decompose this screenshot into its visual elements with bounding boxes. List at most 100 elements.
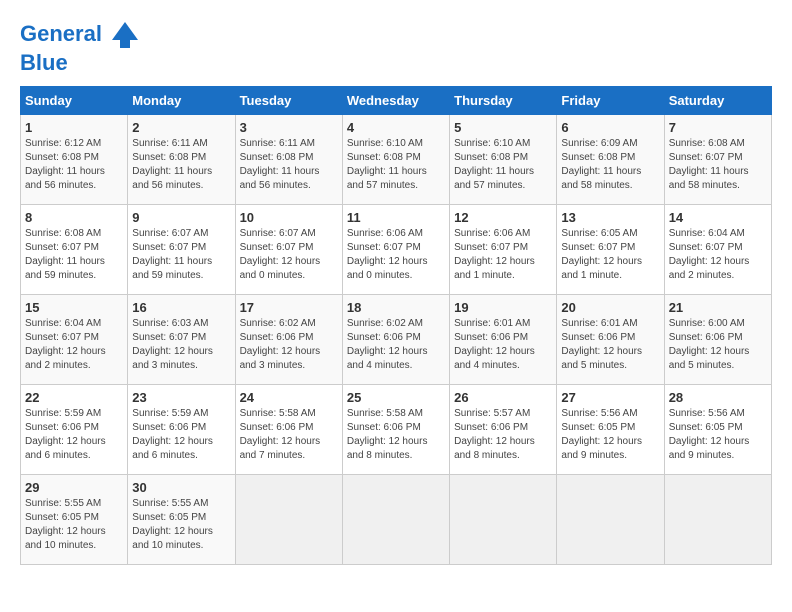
calendar-day-cell: 16Sunrise: 6:03 AM Sunset: 6:07 PM Dayli… (128, 295, 235, 385)
calendar-day-cell: 12 Sunrise: 6:06 AM Sunset: 6:07 PM Dayli… (450, 205, 557, 295)
calendar-day-cell: 20 Sunrise: 6:01 AM Sunset: 6:06 PM Dayli… (557, 295, 664, 385)
day-info: Sunrise: 6:07 AM Sunset: 6:07 PM Dayligh… (132, 227, 230, 283)
calendar-day-cell: 7 Sunrise: 6:08 AM Sunset: 6:07 PM Daylig… (664, 115, 771, 205)
day-info: Sunrise: 5:59 AM Sunset: 6:06 PM Dayligh… (132, 407, 230, 463)
day-info: Sunrise: 5:58 AM Sunset: 6:06 PM Dayligh… (240, 407, 338, 463)
calendar-week-row: 15 Sunrise: 6:04 AM Sunset: 6:07 PM Dayli… (21, 295, 772, 385)
day-number: 11 (347, 210, 445, 225)
calendar-week-row: 8 Sunrise: 6:08 AM Sunset: 6:07 PM Daylig… (21, 205, 772, 295)
calendar-day-cell: 19 Sunrise: 6:01 AM Sunset: 6:06 PM Dayli… (450, 295, 557, 385)
day-number: 3 (240, 120, 338, 135)
day-of-week-header: Friday (557, 87, 664, 115)
day-number: 27 (561, 390, 659, 405)
day-info: Sunrise: 6:10 AM Sunset: 6:08 PM Dayligh… (454, 137, 552, 193)
calendar-day-cell: 1 Sunrise: 6:12 AM Sunset: 6:08 PM Daylig… (21, 115, 128, 205)
day-number: 12 (454, 210, 552, 225)
calendar-header-row: SundayMondayTuesdayWednesdayThursdayFrid… (21, 87, 772, 115)
day-info: Sunrise: 6:08 AM Sunset: 6:07 PM Dayligh… (25, 227, 123, 283)
day-info: Sunrise: 6:01 AM Sunset: 6:06 PM Dayligh… (454, 317, 552, 373)
day-info: Sunrise: 6:04 AM Sunset: 6:07 PM Dayligh… (669, 227, 767, 283)
day-number: 30 (132, 480, 230, 495)
day-info: Sunrise: 6:07 AM Sunset: 6:07 PM Dayligh… (240, 227, 338, 283)
day-info: Sunrise: 6:06 AM Sunset: 6:07 PM Dayligh… (454, 227, 552, 283)
day-number: 29 (25, 480, 123, 495)
day-info: Sunrise: 6:12 AM Sunset: 6:08 PM Dayligh… (25, 137, 123, 193)
day-info: Sunrise: 6:05 AM Sunset: 6:07 PM Dayligh… (561, 227, 659, 283)
day-number: 4 (347, 120, 445, 135)
day-info: Sunrise: 6:00 AM Sunset: 6:06 PM Dayligh… (669, 317, 767, 373)
day-number: 22 (25, 390, 123, 405)
day-number: 8 (25, 210, 123, 225)
calendar-week-row: 1 Sunrise: 6:12 AM Sunset: 6:08 PM Daylig… (21, 115, 772, 205)
day-of-week-header: Sunday (21, 87, 128, 115)
day-info: Sunrise: 6:10 AM Sunset: 6:08 PM Dayligh… (347, 137, 445, 193)
day-number: 15 (25, 300, 123, 315)
day-number: 1 (25, 120, 123, 135)
day-number: 2 (132, 120, 230, 135)
calendar-day-cell: 26Sunrise: 5:57 AM Sunset: 6:06 PM Dayli… (450, 385, 557, 475)
calendar-day-cell: 4 Sunrise: 6:10 AM Sunset: 6:08 PM Daylig… (342, 115, 449, 205)
calendar-day-cell: 10 Sunrise: 6:07 AM Sunset: 6:07 PM Dayli… (235, 205, 342, 295)
calendar-day-cell (342, 475, 449, 565)
day-info: Sunrise: 5:59 AM Sunset: 6:06 PM Dayligh… (25, 407, 123, 463)
day-info: Sunrise: 6:11 AM Sunset: 6:08 PM Dayligh… (132, 137, 230, 193)
page-header: General Blue (20, 20, 772, 76)
day-number: 6 (561, 120, 659, 135)
day-info: Sunrise: 6:08 AM Sunset: 6:07 PM Dayligh… (669, 137, 767, 193)
calendar-day-cell: 15 Sunrise: 6:04 AM Sunset: 6:07 PM Dayli… (21, 295, 128, 385)
day-info: Sunrise: 5:56 AM Sunset: 6:05 PM Dayligh… (669, 407, 767, 463)
calendar-day-cell: 28Sunrise: 5:56 AM Sunset: 6:05 PM Dayli… (664, 385, 771, 475)
day-info: Sunrise: 6:09 AM Sunset: 6:08 PM Dayligh… (561, 137, 659, 193)
calendar-day-cell: 17 Sunrise: 6:02 AM Sunset: 6:06 PM Dayli… (235, 295, 342, 385)
day-number: 18 (347, 300, 445, 315)
calendar-day-cell (557, 475, 664, 565)
day-number: 21 (669, 300, 767, 315)
day-number: 7 (669, 120, 767, 135)
logo-blue: Blue (20, 50, 140, 76)
day-number: 19 (454, 300, 552, 315)
day-info: Sunrise: 5:55 AM Sunset: 6:05 PM Dayligh… (25, 497, 123, 553)
calendar-day-cell: 25 Sunrise: 5:58 AM Sunset: 6:06 PM Dayli… (342, 385, 449, 475)
day-info: Sunrise: 6:06 AM Sunset: 6:07 PM Dayligh… (347, 227, 445, 283)
calendar-day-cell: 6 Sunrise: 6:09 AM Sunset: 6:08 PM Daylig… (557, 115, 664, 205)
day-info: Sunrise: 6:11 AM Sunset: 6:08 PM Dayligh… (240, 137, 338, 193)
calendar-day-cell: 29 Sunrise: 5:55 AM Sunset: 6:05 PM Dayli… (21, 475, 128, 565)
day-number: 25 (347, 390, 445, 405)
day-info: Sunrise: 6:02 AM Sunset: 6:06 PM Dayligh… (240, 317, 338, 373)
day-number: 9 (132, 210, 230, 225)
calendar-day-cell: 30Sunrise: 5:55 AM Sunset: 6:05 PM Dayli… (128, 475, 235, 565)
logo: General Blue (20, 20, 140, 76)
logo-text: General (20, 20, 140, 50)
calendar-day-cell (664, 475, 771, 565)
calendar-day-cell: 11 Sunrise: 6:06 AM Sunset: 6:07 PM Dayli… (342, 205, 449, 295)
calendar-day-cell: 8 Sunrise: 6:08 AM Sunset: 6:07 PM Daylig… (21, 205, 128, 295)
day-info: Sunrise: 6:04 AM Sunset: 6:07 PM Dayligh… (25, 317, 123, 373)
calendar-body: 1 Sunrise: 6:12 AM Sunset: 6:08 PM Daylig… (21, 115, 772, 565)
day-number: 13 (561, 210, 659, 225)
day-number: 20 (561, 300, 659, 315)
calendar-day-cell: 9 Sunrise: 6:07 AM Sunset: 6:07 PM Daylig… (128, 205, 235, 295)
calendar-day-cell: 18Sunrise: 6:02 AM Sunset: 6:06 PM Dayli… (342, 295, 449, 385)
day-number: 24 (240, 390, 338, 405)
calendar-table: SundayMondayTuesdayWednesdayThursdayFrid… (20, 86, 772, 565)
calendar-day-cell: 22 Sunrise: 5:59 AM Sunset: 6:06 PM Dayli… (21, 385, 128, 475)
day-number: 26 (454, 390, 552, 405)
day-number: 14 (669, 210, 767, 225)
calendar-day-cell: 13 Sunrise: 6:05 AM Sunset: 6:07 PM Dayli… (557, 205, 664, 295)
calendar-day-cell: 23Sunrise: 5:59 AM Sunset: 6:06 PM Dayli… (128, 385, 235, 475)
calendar-day-cell (235, 475, 342, 565)
day-of-week-header: Tuesday (235, 87, 342, 115)
day-info: Sunrise: 5:56 AM Sunset: 6:05 PM Dayligh… (561, 407, 659, 463)
day-info: Sunrise: 5:58 AM Sunset: 6:06 PM Dayligh… (347, 407, 445, 463)
calendar-week-row: 22 Sunrise: 5:59 AM Sunset: 6:06 PM Dayli… (21, 385, 772, 475)
calendar-day-cell: 2 Sunrise: 6:11 AM Sunset: 6:08 PM Daylig… (128, 115, 235, 205)
day-info: Sunrise: 6:01 AM Sunset: 6:06 PM Dayligh… (561, 317, 659, 373)
day-of-week-header: Monday (128, 87, 235, 115)
calendar-day-cell: 3 Sunrise: 6:11 AM Sunset: 6:08 PM Daylig… (235, 115, 342, 205)
day-number: 10 (240, 210, 338, 225)
day-of-week-header: Wednesday (342, 87, 449, 115)
day-of-week-header: Saturday (664, 87, 771, 115)
calendar-week-row: 29 Sunrise: 5:55 AM Sunset: 6:05 PM Dayli… (21, 475, 772, 565)
day-of-week-header: Thursday (450, 87, 557, 115)
day-number: 17 (240, 300, 338, 315)
